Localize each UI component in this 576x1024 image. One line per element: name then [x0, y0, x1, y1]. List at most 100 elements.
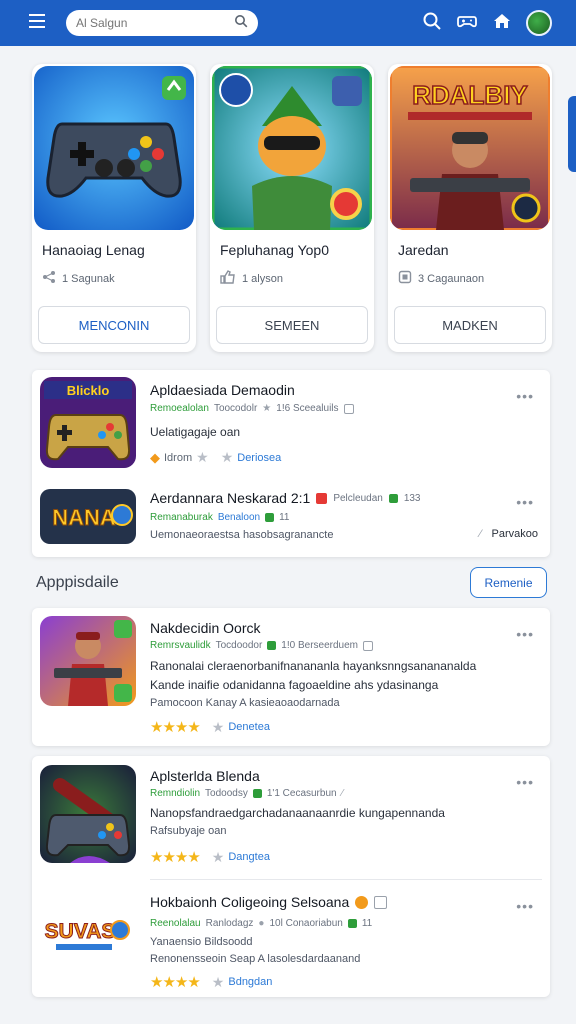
app-thumbnail[interactable] — [40, 765, 136, 863]
star-icon: ★ — [196, 449, 209, 465]
details-link[interactable]: Dangtea — [228, 851, 270, 863]
more-options-icon[interactable]: ••• — [516, 626, 534, 642]
fire-badge-icon — [355, 895, 369, 909]
thumbs-up-icon — [220, 270, 236, 287]
thumbnail-logo-text: NANA — [52, 505, 116, 530]
star-outline-icon: ★ — [211, 848, 225, 865]
star-rating-icon: ★★★★ — [150, 849, 201, 866]
thumbnail-logo-text: RDALBIY — [412, 80, 528, 110]
details-link-text[interactable]: Parvakoo — [492, 528, 538, 540]
app-title[interactable]: Apldaesiada Demaodin — [150, 382, 295, 398]
details-link[interactable]: Deriosea — [237, 452, 281, 464]
meta-extra: 1!6 Sceealuils — [276, 403, 339, 414]
gamepad-icon[interactable] — [456, 11, 478, 36]
app-rating: ★★★★ ★ Bdngdan — [150, 973, 272, 992]
app-description-line: Renonensseoin Seap A lasolesdardaanand — [150, 953, 361, 965]
search-icon[interactable] — [422, 11, 442, 36]
meta-number: 11 — [361, 918, 373, 929]
app-title[interactable]: Aplsterlda Blenda — [150, 768, 260, 784]
star-rating-icon: ★★★★ — [150, 719, 201, 736]
developer-label[interactable]: Remndiolin — [150, 788, 200, 799]
app-list-panel: Blicklo Apldaesiada Demaodin ••• Remoeal… — [32, 370, 550, 557]
app-rating: ◆ Idrom ★ ★ Deriosea — [150, 449, 281, 466]
app-rating: ★★★★ ★ Denetea — [150, 718, 270, 737]
app-title[interactable]: Hokbaionh Coligeoing Selsoana — [150, 894, 349, 910]
developer-label[interactable]: Remrsvaulidk — [150, 640, 211, 651]
game-thumbnail[interactable] — [212, 66, 372, 230]
category-label: Toocodolr — [213, 403, 258, 414]
home-icon[interactable] — [492, 11, 512, 36]
app-thumbnail[interactable]: Blicklo — [40, 377, 136, 468]
search-bar[interactable] — [66, 10, 258, 36]
box-icon — [398, 270, 412, 287]
meta-extra: 1!0 Berseerduem — [281, 640, 358, 651]
app-meta: Remanaburak Benaloon 11 — [150, 512, 289, 523]
count-label: 133 — [403, 492, 421, 504]
meta-number: 11 — [279, 512, 290, 523]
developer-label[interactable]: Reenolalau — [150, 918, 201, 929]
side-drawer-handle[interactable] — [568, 96, 576, 172]
more-options-icon[interactable]: ••• — [516, 774, 534, 790]
menu-button[interactable] — [16, 0, 60, 46]
featured-card[interactable]: Hanaoiag Lenag 1 Sagunak MENCONIN — [32, 64, 196, 352]
list-item[interactable]: NANA Aerdannara Neskarad 2:1 Pelcleudan … — [32, 470, 550, 557]
game-thumbnail[interactable]: RDALBIY — [390, 66, 550, 230]
thumbnail-logo-text: Blicklo — [67, 383, 110, 398]
install-button[interactable]: SEMEEN — [216, 306, 368, 344]
app-description-line: Pamocoon Kanay A kasieaoaodarnada — [150, 697, 340, 709]
game-title[interactable]: Hanaoiag Lenag — [42, 242, 145, 258]
star-outline-icon: ★ — [211, 973, 225, 990]
featured-card[interactable]: Fepluhanag Yop0 1 alyson SEMEEN — [210, 64, 374, 352]
install-button[interactable]: MADKEN — [394, 306, 546, 344]
pin-icon: ⁄ — [341, 788, 344, 799]
more-options-icon[interactable]: ••• — [516, 898, 534, 914]
search-input[interactable] — [76, 16, 228, 30]
list-item[interactable]: Blicklo Apldaesiada Demaodin ••• Remoeal… — [32, 370, 550, 470]
app-thumbnail[interactable] — [40, 616, 136, 706]
developer-label[interactable]: Remanaburak — [150, 512, 213, 523]
checkbox-icon — [374, 895, 388, 909]
list-item[interactable]: Aplsterlda Blenda ••• Remndiolin Todoods… — [32, 756, 550, 880]
top-app-bar — [0, 0, 576, 46]
more-options-icon[interactable]: ••• — [516, 388, 534, 404]
link-dot-icon: ⁄ — [479, 528, 482, 540]
list-item[interactable]: SUVAS Hokbaionh Coligeoing Selsoana ••• … — [32, 880, 550, 997]
game-title[interactable]: Jaredan — [398, 242, 449, 258]
meta-extra: 10l Conaoriabun — [269, 918, 343, 929]
more-options-icon[interactable]: ••• — [516, 494, 534, 510]
verified-icon — [252, 789, 262, 798]
game-meta-text: 3 Cagaunaon — [418, 272, 485, 285]
app-title[interactable]: Aerdannara Neskarad 2:1 — [150, 490, 310, 506]
category-label[interactable]: Benaloon — [218, 512, 260, 523]
app-title[interactable]: Nakdecidin Oorck — [150, 620, 261, 636]
install-button[interactable]: MENCONIN — [38, 306, 190, 344]
details-link[interactable]: Denetea — [228, 721, 270, 733]
developer-label[interactable]: Remoealolan — [150, 403, 209, 414]
avatar[interactable] — [526, 10, 552, 36]
app-description: Uelatigagaje oan — [150, 425, 241, 439]
search-icon[interactable] — [234, 14, 248, 33]
app-description: Uemonaeoraestsa hasobsagranancte — [150, 529, 334, 541]
link-icon: ● — [258, 918, 265, 929]
app-thumbnail[interactable]: NANA — [40, 489, 136, 544]
verified-icon — [265, 513, 275, 522]
game-title[interactable]: Fepluhanag Yop0 — [220, 242, 329, 258]
game-thumbnail[interactable] — [34, 66, 194, 230]
list-item[interactable]: Nakdecidin Oorck ••• Remrsvaulidk Tocdoo… — [32, 608, 550, 746]
featured-card[interactable]: RDALBIY Jaredan 3 Cagaunaon MADKEN — [388, 64, 552, 352]
app-thumbnail[interactable]: SUVAS — [40, 894, 136, 964]
game-meta: 1 Sagunak — [42, 270, 115, 287]
app-list-panel: Aplsterlda Blenda ••• Remndiolin Todoods… — [32, 756, 550, 997]
section-action-button[interactable]: Remenie — [470, 567, 547, 598]
game-meta: 1 alyson — [220, 270, 283, 287]
meta-extra: 1'1 Cecasurbun — [266, 788, 337, 799]
thumbnail-logo-text: SUVAS — [45, 920, 116, 943]
rating-text: Idrom — [164, 451, 193, 464]
details-link[interactable]: ⁄ Parvakoo — [480, 528, 538, 540]
verified-icon — [347, 919, 357, 928]
app-meta: Reenolalau Ranlodagz ● 10l Conaoriabun 1… — [150, 918, 372, 929]
app-title-row: Aerdannara Neskarad 2:1 Pelcleudan 133 — [150, 490, 421, 506]
game-meta-text: 1 alyson — [242, 272, 283, 285]
app-description-line: Nanopsfandraedgarchadanaanaanrdie kungap… — [150, 806, 445, 820]
details-link[interactable]: Bdngdan — [228, 976, 272, 988]
